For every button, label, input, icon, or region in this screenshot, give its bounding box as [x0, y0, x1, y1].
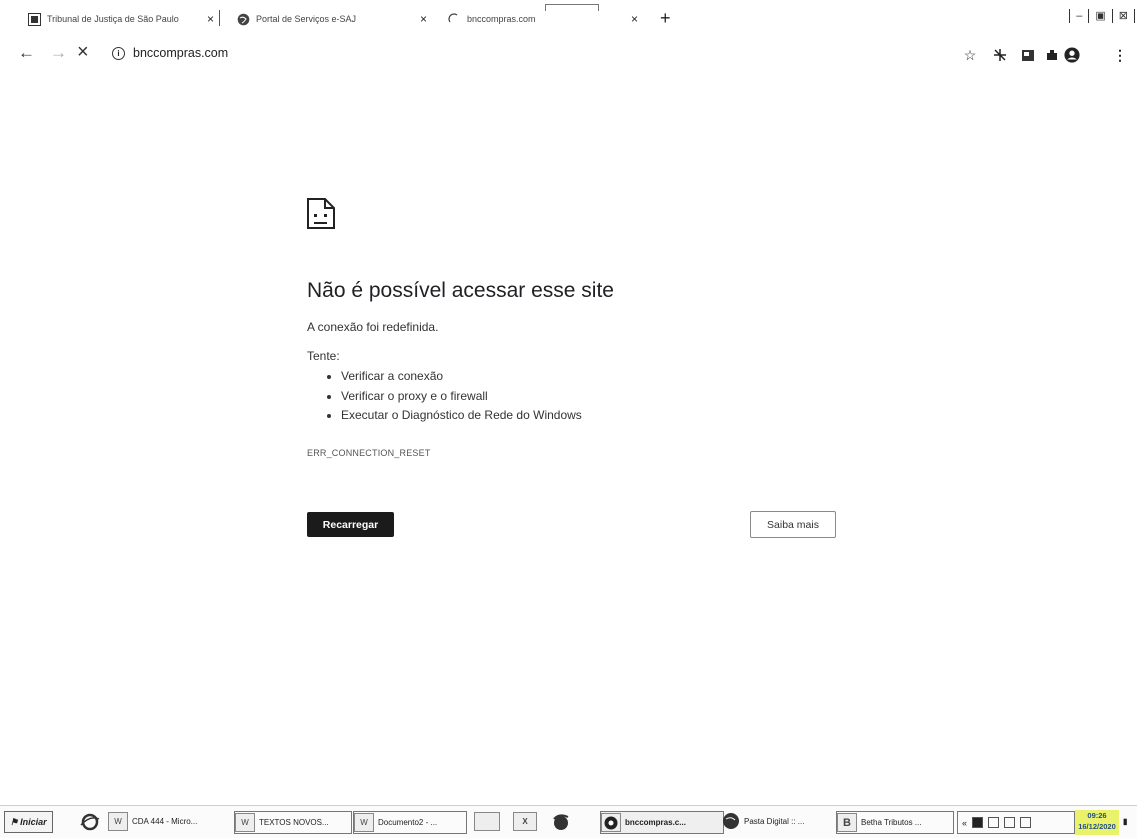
- tab-strip: Tribunal de Justiça de São Paulo × Porta…: [0, 0, 1137, 36]
- volume-icon[interactable]: [1004, 817, 1016, 828]
- taskbar-item-documento2[interactable]: W Documento2 - ...: [353, 811, 467, 834]
- clock-time: 09:26: [1087, 811, 1107, 820]
- reload-button[interactable]: Recarregar: [307, 512, 394, 537]
- forward-button[interactable]: →: [50, 44, 67, 61]
- tab-label: Portal de Serviços e-SAJ: [256, 14, 357, 24]
- omnibox[interactable]: i bnccompras.com: [112, 46, 228, 60]
- windows-flag-icon: ⚑: [10, 816, 19, 827]
- globe-icon: [722, 812, 740, 832]
- suggestions-list: Verificar a conexão Verificar o proxy e …: [327, 367, 582, 426]
- tab-divider: [219, 10, 220, 26]
- back-button[interactable]: ←: [18, 44, 35, 61]
- suggestion-item: Executar o Diagnóstico de Rede do Window…: [341, 406, 582, 426]
- taskbar-item-textos[interactable]: W TEXTOS NOVOS...: [234, 811, 352, 834]
- tab-close-icon[interactable]: ×: [207, 13, 214, 25]
- stop-button[interactable]: ×: [77, 42, 89, 62]
- profile-icon[interactable]: [1064, 47, 1080, 63]
- tab-tribunal[interactable]: Tribunal de Justiça de São Paulo ×: [27, 8, 217, 30]
- show-desktop-icon[interactable]: ▮: [1123, 811, 1127, 832]
- excel-icon[interactable]: X: [513, 811, 541, 832]
- error-title: Não é possível acessar esse site: [307, 279, 614, 302]
- taskbar-item-cda[interactable]: W CDA 444 - Micro...: [108, 811, 230, 832]
- url-text[interactable]: bnccompras.com: [133, 46, 228, 60]
- internet-explorer-icon[interactable]: [80, 811, 100, 832]
- clock-date: 16/12/2020: [1078, 822, 1116, 831]
- network-icon[interactable]: [972, 817, 984, 828]
- word-document-icon: W: [235, 813, 255, 832]
- suggestion-item: Verificar a conexão: [341, 367, 582, 387]
- chrome-icon: [601, 813, 621, 832]
- folder-icon[interactable]: [474, 811, 504, 832]
- word-document-icon: W: [108, 812, 128, 831]
- start-button[interactable]: ⚑ Iniciar: [4, 811, 53, 833]
- new-tab-button[interactable]: +: [660, 9, 671, 27]
- browser-toolbar: ← → × i bnccompras.com ☆ ⋮: [0, 36, 1137, 70]
- start-label: Iniciar: [20, 817, 47, 827]
- betha-icon: B: [837, 813, 857, 832]
- taskbar-item-label: Pasta Digital :: ...: [744, 817, 805, 826]
- window-controls: – ▣ ⊠: [1069, 9, 1135, 23]
- tab-hover-outline: [545, 4, 599, 11]
- menu-icon[interactable]: ⋮: [1112, 47, 1128, 63]
- tab-label: Tribunal de Justiça de São Paulo: [47, 14, 179, 24]
- taskbar-item-label: CDA 444 - Micro...: [132, 817, 198, 826]
- suggestion-item: Verificar o proxy e o firewall: [341, 387, 582, 407]
- taskbar-item-label: TEXTOS NOVOS...: [259, 818, 329, 827]
- learn-more-button[interactable]: Saiba mais: [750, 511, 836, 538]
- court-seal-icon: [27, 12, 41, 26]
- taskbar-item-label: bnccompras.c...: [625, 818, 686, 827]
- error-code: ERR_CONNECTION_RESET: [307, 448, 431, 458]
- firefox-icon[interactable]: [550, 811, 572, 832]
- puzzle-icon[interactable]: [1044, 47, 1060, 63]
- cast-icon[interactable]: [1020, 47, 1036, 63]
- taskbar-item-pasta-digital[interactable]: Pasta Digital :: ...: [722, 811, 830, 832]
- language-icon[interactable]: [1020, 817, 1032, 828]
- tab-esaj[interactable]: Portal de Serviços e-SAJ ×: [236, 8, 436, 30]
- tab-bnccompras[interactable]: bnccompras.com ×: [447, 8, 652, 30]
- minimize-button[interactable]: –: [1069, 9, 1088, 23]
- suggestions-heading: Tente:: [307, 349, 340, 363]
- taskbar-clock[interactable]: 09:26 16/12/2020: [1075, 810, 1119, 835]
- taskbar-item-bnccompras[interactable]: bnccompras.c...: [600, 811, 724, 834]
- globe-icon: [236, 12, 250, 26]
- system-tray: «: [957, 811, 1075, 834]
- taskbar-item-betha[interactable]: B Betha Tributos ...: [836, 811, 954, 834]
- taskbar: ⚑ Iniciar W CDA 444 - Micro... W TEXTOS …: [0, 805, 1137, 838]
- tray-arrow-icon[interactable]: «: [962, 818, 967, 828]
- antivirus-icon[interactable]: [988, 817, 1000, 828]
- close-window-button[interactable]: ⊠: [1111, 9, 1135, 23]
- word-document-icon: W: [354, 813, 374, 832]
- info-icon[interactable]: i: [112, 46, 125, 60]
- star-icon[interactable]: ☆: [962, 47, 978, 63]
- tab-close-icon[interactable]: ×: [420, 13, 427, 25]
- loading-spinner-icon: [447, 12, 461, 26]
- taskbar-item-label: Betha Tributos ...: [861, 818, 922, 827]
- tab-close-icon[interactable]: ×: [631, 13, 638, 25]
- tab-label: bnccompras.com: [467, 14, 536, 24]
- sad-page-icon: [306, 197, 336, 235]
- taskbar-item-label: Documento2 - ...: [378, 818, 438, 827]
- extension-icon[interactable]: [992, 47, 1008, 63]
- maximize-button[interactable]: ▣: [1088, 9, 1111, 23]
- error-description: A conexão foi redefinida.: [307, 320, 439, 334]
